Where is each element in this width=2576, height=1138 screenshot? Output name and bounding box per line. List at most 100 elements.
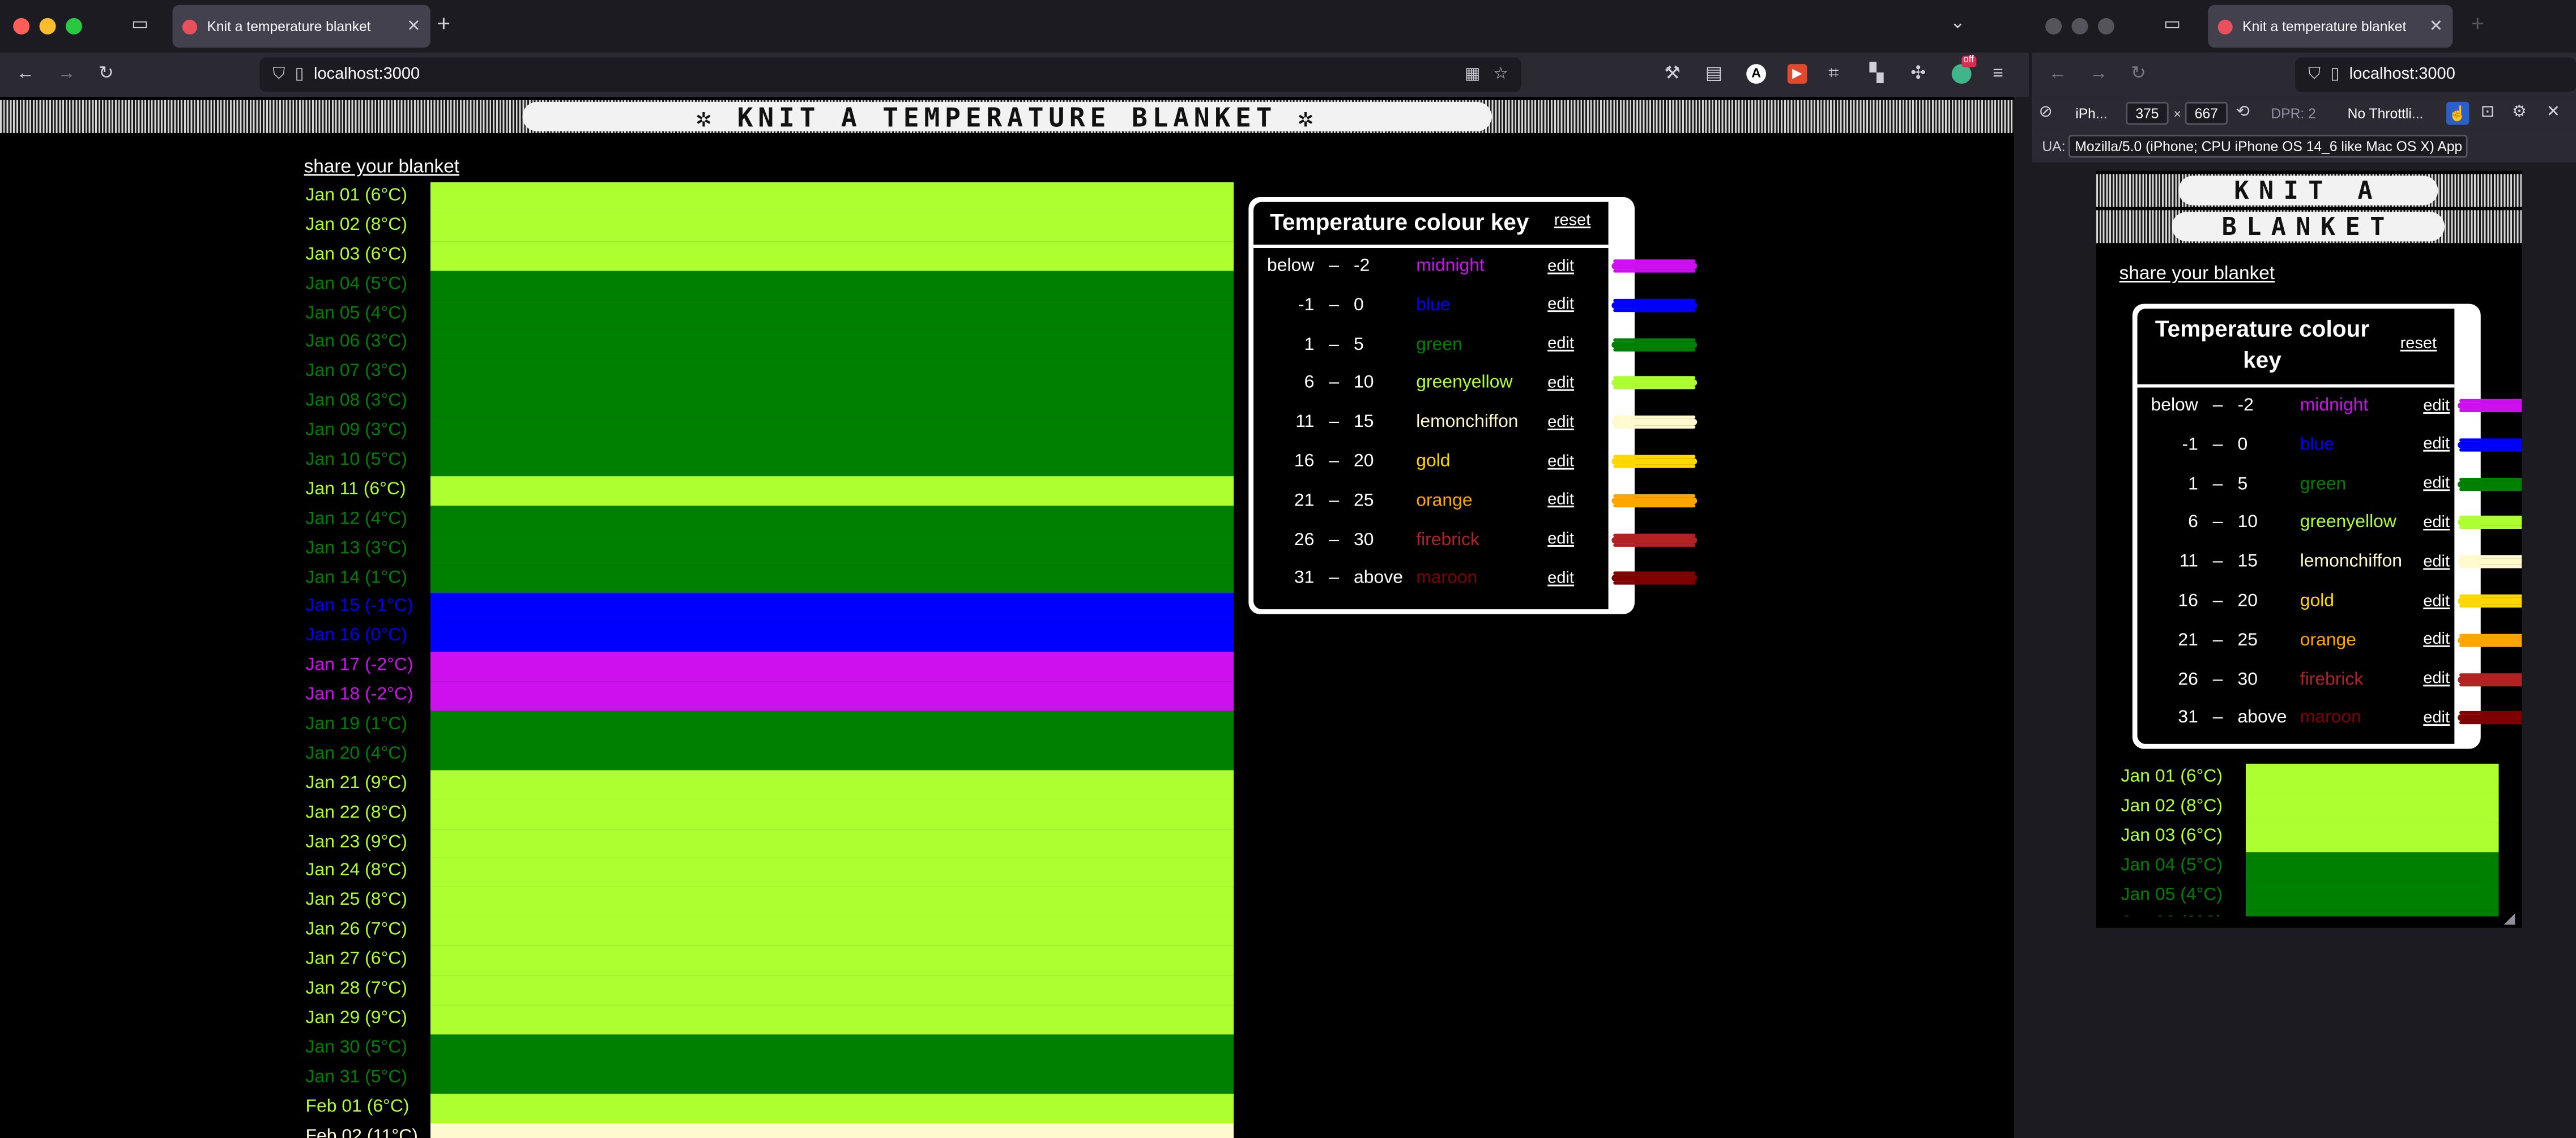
mobile-share-blanket-link[interactable]: share your blanket (2119, 264, 2275, 284)
throttling-selector[interactable]: No Throttli... (2331, 102, 2439, 125)
mobile-key-edit-button[interactable]: edit (2423, 670, 2459, 688)
mobile-key-range-high: 15 (2237, 552, 2258, 572)
day-label: Jan 22 (8°C) (305, 802, 407, 823)
forward-icon-b[interactable]: → (2089, 65, 2108, 84)
touch-simulation-icon[interactable]: ☝ (2446, 101, 2470, 125)
extensions-grid-icon[interactable]: ▦ (1465, 66, 1480, 84)
tab-list-chevron-down-icon[interactable]: ⌄ (1950, 14, 1965, 33)
url-text: localhost:3000 (314, 66, 420, 84)
forward-icon[interactable]: → (58, 65, 76, 84)
minimize-window-button[interactable] (39, 18, 56, 35)
mobile-key-edit-button[interactable]: edit (2423, 553, 2459, 571)
close-tab-icon[interactable]: ✕ (407, 17, 420, 35)
wrench-icon[interactable]: ⚒ (1664, 65, 1681, 84)
user-agent-input[interactable]: Mozilla/5.0 (iPhone; CPU iPhone OS 14_6 … (2068, 134, 2468, 158)
mobile-key-colour-name: greenyellow (2300, 513, 2396, 533)
reload-icon-b[interactable]: ↻ (2131, 65, 2146, 84)
mobile-key-range-high: -2 (2237, 396, 2254, 416)
key-edit-button[interactable]: edit (1547, 413, 1584, 431)
tab-overview-icon-b[interactable]: ▭ (2164, 16, 2181, 35)
mobile-key-edit-button[interactable]: edit (2423, 709, 2459, 728)
shield-icon[interactable]: ⛉ (272, 66, 285, 84)
mobile-key-reset-button[interactable]: reset (2400, 335, 2437, 353)
yarn-swatch (1611, 302, 1698, 309)
minimize-window-button-b[interactable] (2071, 18, 2088, 35)
back-icon-b[interactable]: ← (2049, 65, 2067, 84)
mobile-key-edit-button[interactable]: edit (2423, 396, 2459, 414)
apps-grid-icon[interactable]: ▚ (1870, 65, 1884, 84)
screenshot-camera-icon[interactable]: ⊡ (2481, 104, 2494, 122)
blanket-stripe (430, 182, 1234, 212)
key-range-high: 15 (1354, 412, 1374, 433)
mobile-yarn-swatch (2458, 402, 2522, 409)
mobile-key-edit-button[interactable]: edit (2423, 592, 2459, 610)
mobile-key-box: Temperature colour key reset below – -2 midnig… (2132, 303, 2522, 749)
close-window-button[interactable] (13, 18, 30, 35)
mobile-yarn-swatch (2458, 441, 2522, 448)
mobile-blanket-stripe (2245, 822, 2499, 852)
mobile-day-label: Jan 06 (3°C) (2121, 910, 2223, 916)
key-range-dash: – (1329, 451, 1340, 472)
account-a-icon[interactable]: A (1746, 64, 1767, 84)
extensions-puzzle-icon[interactable]: ✣ (1910, 65, 1926, 84)
key-edit-button[interactable]: edit (1547, 335, 1584, 353)
shield-icon-b[interactable]: ⛉ (2308, 66, 2321, 84)
mobile-key-range-low: below (2151, 396, 2198, 416)
settings-gear-icon[interactable]: ⚙ (2512, 104, 2527, 122)
day-label: Jan 01 (6°C) (305, 185, 407, 206)
tab-overview-icon[interactable]: ▭ (131, 16, 148, 35)
viewport-height-input[interactable]: 667 (2185, 101, 2228, 125)
rdm-close-circle-icon[interactable]: ⊘ (2039, 104, 2053, 122)
key-edit-button[interactable]: edit (1547, 570, 1584, 588)
menu-icon[interactable]: ≡ (1993, 65, 2003, 84)
zoom-window-button[interactable] (66, 18, 83, 35)
day-label: Jan 24 (8°C) (305, 861, 407, 882)
reload-icon[interactable]: ↻ (99, 65, 114, 84)
key-edit-button[interactable]: edit (1547, 257, 1584, 275)
close-tab-icon-b[interactable]: ✕ (2429, 17, 2443, 35)
dpr-selector[interactable]: DPR: 2 (2261, 102, 2326, 125)
mobile-key-range-dash: – (2212, 474, 2223, 494)
key-edit-button[interactable]: edit (1547, 374, 1584, 392)
mobile-key-range-low: 21 (2178, 630, 2198, 651)
blanket-stripe (430, 446, 1234, 476)
new-tab-icon-b[interactable]: + (2471, 11, 2484, 35)
tab-active[interactable]: Knit a temperature blanket ✕ (172, 5, 430, 48)
tab-active-b[interactable]: Knit a temperature blanket ✕ (2208, 5, 2453, 48)
back-icon[interactable]: ← (16, 65, 35, 84)
mobile-key-edit-button[interactable]: edit (2423, 475, 2459, 493)
zoom-window-button-b[interactable] (2097, 18, 2114, 35)
crop-icon[interactable]: ⌗ (1828, 65, 1839, 84)
extension-badge-icon[interactable]: off (1951, 55, 1976, 84)
resize-handle-icon[interactable]: ◢ (2504, 910, 2515, 928)
day-label: Jan 08 (3°C) (305, 391, 407, 411)
key-reset-button[interactable]: reset (1554, 212, 1590, 230)
tab-strip-b: ▭ Knit a temperature blanket ✕ + (2032, 0, 2576, 53)
mobile-title-pill-2: BLANKET (2172, 212, 2445, 242)
mobile-key-edit-button[interactable]: edit (2423, 435, 2459, 454)
close-rdm-icon[interactable]: ✕ (2547, 104, 2560, 122)
mobile-key-edit-button[interactable]: edit (2423, 514, 2459, 532)
reader-view-icon[interactable]: ▤ (1705, 65, 1722, 84)
close-window-button-b[interactable] (2045, 18, 2062, 35)
key-edit-button[interactable]: edit (1547, 491, 1584, 510)
share-blanket-link[interactable]: share your blanket (304, 157, 459, 177)
key-edit-button[interactable]: edit (1547, 296, 1584, 314)
rotate-icon[interactable]: ⟲ (2236, 104, 2250, 122)
key-edit-button[interactable]: edit (1547, 531, 1584, 549)
blanket-stripe (430, 358, 1234, 388)
mobile-key-row: 16–20 gold edit (2133, 586, 2459, 615)
viewport-width-input[interactable]: 375 (2126, 101, 2169, 125)
mobile-key-range-high: above (2237, 708, 2287, 729)
key-edit-button[interactable]: edit (1547, 452, 1584, 470)
mobile-title-pill-1: KNIT A (2178, 176, 2438, 206)
bookmark-star-icon[interactable]: ☆ (1494, 66, 1508, 84)
mobile-key-edit-button[interactable]: edit (2423, 631, 2459, 649)
mobile-day-labels: Jan 01 (6°C) Jan 02 (8°C) Jan 03 (6°C) Jan … (2121, 764, 2223, 917)
mobile-key-range-low: 1 (2188, 474, 2198, 494)
address-bar[interactable]: ⛉ ▯ localhost:3000 ▦ ☆ (259, 57, 1521, 92)
recorder-icon[interactable]: ▶ (1787, 64, 1807, 84)
device-selector[interactable]: iPh... (2062, 102, 2121, 125)
address-bar-b[interactable]: ⛉ ▯ localhost:3000 (2294, 57, 2576, 92)
new-tab-icon[interactable]: + (437, 11, 451, 35)
